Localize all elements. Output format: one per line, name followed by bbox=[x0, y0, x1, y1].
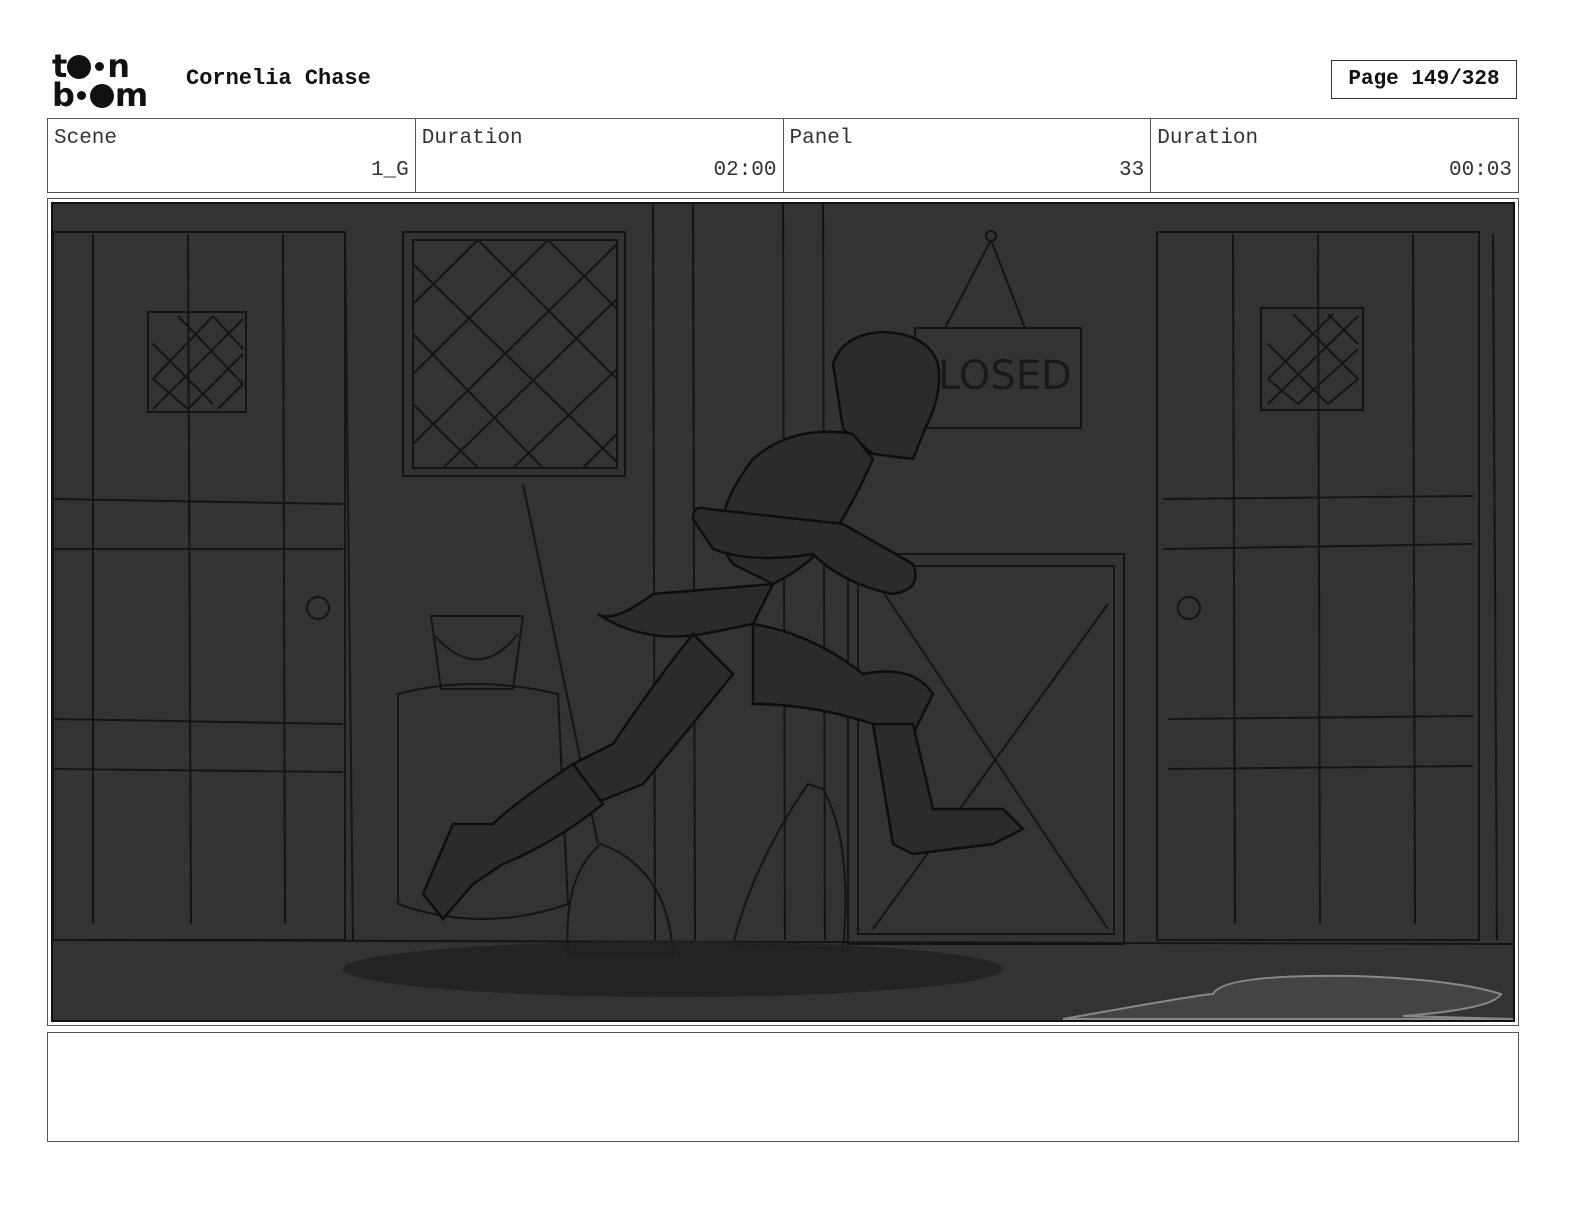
panel-value: 33 bbox=[1119, 159, 1145, 182]
panel-cell: Panel 33 bbox=[784, 119, 1152, 192]
sign-text: LOSED bbox=[938, 353, 1072, 399]
panel-sketch: LOSED bbox=[53, 204, 1513, 1020]
scene-duration-label: Duration bbox=[421, 127, 523, 150]
scene-label: Scene bbox=[54, 127, 118, 150]
project-title: Cornelia Chase bbox=[186, 66, 371, 91]
page-number-badge: Page 149/328 bbox=[1331, 60, 1517, 99]
character-shadow bbox=[343, 941, 1003, 997]
scene-cell: Scene 1_G bbox=[48, 119, 416, 192]
bucket bbox=[429, 615, 525, 690]
panel-duration-cell: Duration 00:03 bbox=[1151, 119, 1518, 192]
scene-info-bar: Scene 1_G Duration 02:00 Panel 33 Durati… bbox=[47, 118, 1519, 193]
running-character bbox=[421, 330, 1026, 921]
broom-head bbox=[566, 842, 675, 955]
scene-value: 1_G bbox=[370, 159, 409, 182]
panel-label: Panel bbox=[789, 127, 853, 150]
panel-duration-value: 00:03 bbox=[1448, 159, 1512, 182]
logo-row-bottom: bm bbox=[52, 76, 148, 114]
panel-notes-box bbox=[47, 1032, 1519, 1142]
panel-duration-label: Duration bbox=[1157, 127, 1259, 150]
storyboard-panel-image: LOSED bbox=[51, 202, 1515, 1022]
left-door-knob bbox=[306, 596, 330, 620]
toon-boom-logo: tn bm bbox=[52, 50, 164, 114]
sack bbox=[731, 782, 847, 951]
scene-duration-value: 02:00 bbox=[713, 159, 777, 182]
right-door-knob bbox=[1177, 596, 1201, 620]
scene-duration-cell: Duration 02:00 bbox=[416, 119, 784, 192]
floor-light-patch bbox=[1062, 974, 1513, 1020]
